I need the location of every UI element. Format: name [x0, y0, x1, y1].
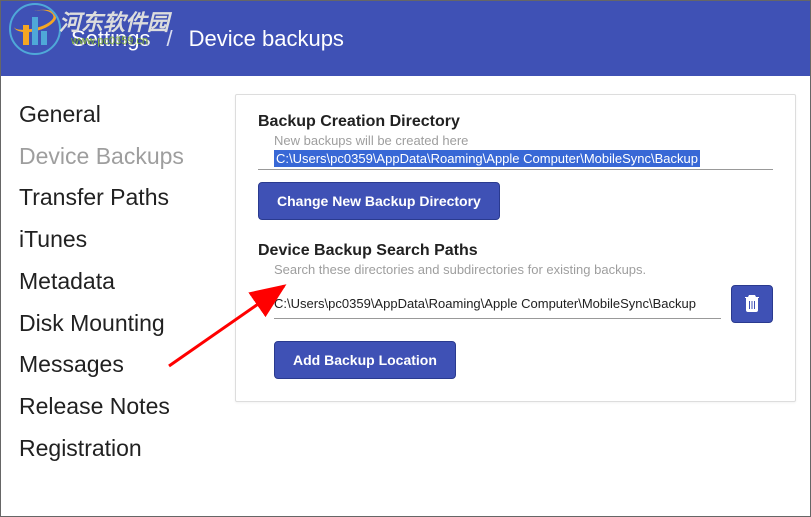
creation-title: Backup Creation Directory: [258, 113, 773, 131]
settings-sidebar: General Device Backups Transfer Paths iT…: [1, 94, 211, 516]
search-title: Device Backup Search Paths: [258, 242, 773, 260]
sidebar-item-messages[interactable]: Messages: [19, 344, 211, 386]
creation-path-value[interactable]: C:\Users\pc0359\AppData\Roaming\Apple Co…: [274, 150, 700, 167]
sidebar-item-general[interactable]: General: [19, 94, 211, 136]
search-subtitle: Search these directories and subdirector…: [258, 262, 773, 277]
search-path-row: C:\Users\pc0359\AppData\Roaming\Apple Co…: [274, 285, 773, 323]
backup-creation-section: Backup Creation Directory New backups wi…: [258, 113, 773, 220]
trash-icon: [744, 294, 760, 315]
sidebar-item-itunes[interactable]: iTunes: [19, 219, 211, 261]
sidebar-item-metadata[interactable]: Metadata: [19, 261, 211, 303]
sidebar-item-device-backups[interactable]: Device Backups: [19, 136, 211, 178]
delete-path-button[interactable]: [731, 285, 773, 323]
content-area: General Device Backups Transfer Paths iT…: [1, 76, 810, 516]
add-backup-location-button[interactable]: Add Backup Location: [274, 341, 456, 379]
search-path-input[interactable]: C:\Users\pc0359\AppData\Roaming\Apple Co…: [274, 289, 721, 320]
creation-subtitle: New backups will be created here: [258, 133, 773, 148]
sidebar-item-disk-mounting[interactable]: Disk Mounting: [19, 303, 211, 345]
watermark-url: www.pc0359.cn: [71, 35, 148, 47]
sidebar-item-transfer-paths[interactable]: Transfer Paths: [19, 177, 211, 219]
settings-card: Backup Creation Directory New backups wi…: [235, 94, 796, 402]
main-panel: Backup Creation Directory New backups wi…: [211, 94, 810, 516]
breadcrumb-separator: /: [167, 26, 173, 52]
app-header: 河东软件园 www.pc0359.cn Settings / Device ba…: [1, 1, 810, 76]
breadcrumb-current: Device backups: [189, 26, 344, 52]
watermark-text: 河东软件园: [59, 5, 169, 37]
sidebar-item-registration[interactable]: Registration: [19, 428, 211, 470]
sidebar-item-release-notes[interactable]: Release Notes: [19, 386, 211, 428]
change-backup-directory-button[interactable]: Change New Backup Directory: [258, 182, 500, 220]
backup-search-section: Device Backup Search Paths Search these …: [258, 242, 773, 379]
